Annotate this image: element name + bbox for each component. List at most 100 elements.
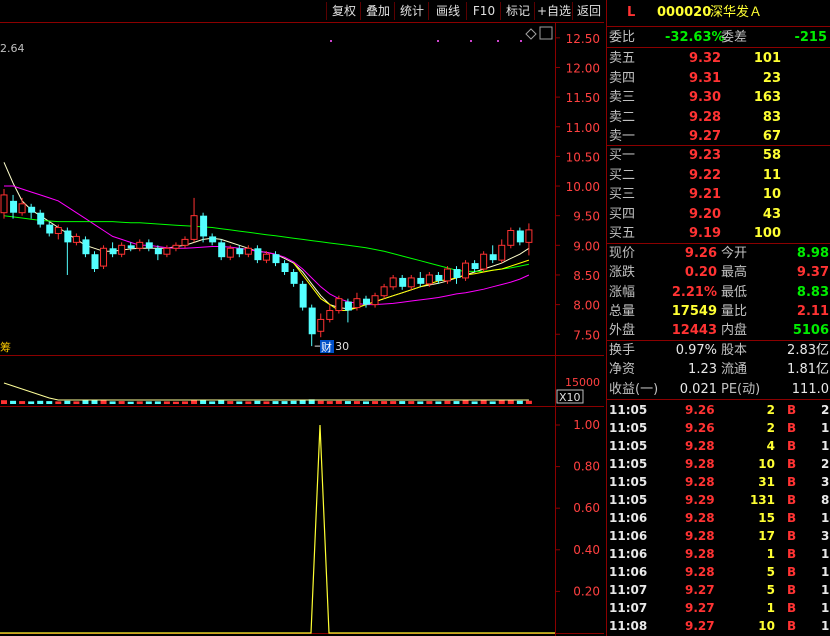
toolbar-button-7[interactable]: 返回 xyxy=(572,2,605,20)
volume-bar xyxy=(163,401,170,404)
volume-axis-label: 15000 xyxy=(565,376,600,389)
tick-volume: 4 xyxy=(766,439,775,453)
stock-code[interactable]: 000020 xyxy=(657,3,711,22)
tick-count: 14 xyxy=(821,511,830,525)
volume-bar xyxy=(1,400,7,404)
volume-bar xyxy=(489,401,496,404)
volume-bar xyxy=(290,400,297,404)
tick-volume: 1 xyxy=(766,547,775,561)
candle-body xyxy=(344,301,352,311)
toolbar-button-6[interactable]: +自选 xyxy=(534,2,573,20)
toolbar-button-1[interactable]: 叠加 xyxy=(360,2,395,20)
indicator-axis-label: 0.20 xyxy=(573,584,600,598)
candle-body xyxy=(317,318,325,332)
bids-row: 买一 9.23 58 xyxy=(607,146,830,165)
candle-body xyxy=(471,263,479,270)
bids-label: 买三 xyxy=(609,187,636,202)
price-axis-label: 11.00 xyxy=(566,121,600,135)
bids-volume: 58 xyxy=(762,148,781,163)
tick-count: 2 xyxy=(821,457,830,471)
tick-count: 3 xyxy=(821,529,830,543)
bids-label: 买四 xyxy=(609,206,636,222)
price-axis-label: 9.00 xyxy=(573,239,600,253)
tick-row: 11:05 9.29 131 B 8 xyxy=(607,491,830,509)
toolbar-button-3[interactable]: 画线 xyxy=(428,2,467,20)
divider xyxy=(607,26,830,27)
scroll-up-icon[interactable] xyxy=(539,26,553,40)
volume-bar xyxy=(200,399,207,404)
tick-price: 9.27 xyxy=(685,601,715,615)
asks-row: 卖三 9.30 163 xyxy=(607,88,830,107)
finance-tag: 财 xyxy=(321,340,332,354)
kline-chart[interactable]: 12.50 12.00 11.50 11.00 10.50 10.00 9.50 9.00 8.… xyxy=(0,0,604,636)
stat-row: 现价 9.26 今开 8.98 xyxy=(607,244,830,263)
toolbar-button-2[interactable]: 统计 xyxy=(394,2,429,20)
volume-bar xyxy=(64,400,71,404)
candle-body xyxy=(10,200,18,213)
asks-volume: 101 xyxy=(753,51,781,66)
volume-bar xyxy=(91,400,98,404)
stock-header: L 000020 深华发Ａ xyxy=(607,3,830,22)
toolbar-button-4[interactable]: F10 xyxy=(466,2,501,20)
toolbar-button-5[interactable]: 标记 xyxy=(500,2,535,20)
volume-bar xyxy=(453,401,460,404)
volume-bar xyxy=(263,401,270,404)
stat-label: 外盘 xyxy=(609,323,636,339)
candle-body xyxy=(480,253,488,270)
asks-label: 卖三 xyxy=(609,90,636,105)
volume-bar xyxy=(381,401,388,404)
tick-time: 11:06 xyxy=(609,511,648,525)
candle-body xyxy=(417,277,425,284)
volume-bar xyxy=(363,401,369,404)
volume-bar xyxy=(272,401,279,404)
candle-body xyxy=(272,254,280,264)
candle-body xyxy=(281,263,289,272)
price-axis-label: 9.50 xyxy=(573,210,600,224)
candle-body xyxy=(154,248,162,255)
tick-volume: 10 xyxy=(758,457,775,471)
indicator-axis-label: 0.40 xyxy=(573,543,600,557)
tick-price: 9.28 xyxy=(685,547,715,561)
tick-row: 11:08 9.27 10 B 1 xyxy=(607,617,830,635)
candle-body xyxy=(0,194,8,214)
bids-volume: 100 xyxy=(753,226,781,241)
volume-bar xyxy=(408,401,415,404)
tick-price: 9.26 xyxy=(685,421,715,435)
candle-body xyxy=(91,254,99,270)
bids-price: 9.19 xyxy=(689,226,722,241)
fundamental-label: PE(动) xyxy=(721,381,761,397)
stat-label: 今开 xyxy=(721,246,748,261)
weicha-value: -215 xyxy=(794,30,827,45)
stat-value: 0.20 xyxy=(684,265,717,281)
stat-value: 8.98 xyxy=(796,246,829,261)
tick-row: 11:05 9.28 31 B 3 xyxy=(607,473,830,491)
volume-bar xyxy=(335,400,342,404)
stat-label: 量比 xyxy=(721,303,748,319)
volume-bar xyxy=(136,401,143,404)
tick-count: 3 xyxy=(821,475,830,489)
divider xyxy=(607,399,830,400)
weicha-label: 委差 xyxy=(721,30,748,45)
indicator-line xyxy=(0,424,555,634)
tick-side: B xyxy=(787,475,797,489)
candle-body xyxy=(37,212,45,225)
tick-time: 11:06 xyxy=(609,547,648,561)
candle-body xyxy=(172,244,180,249)
toolbar-button-0[interactable]: 复权 xyxy=(326,2,361,20)
tick-price: 9.27 xyxy=(685,583,715,597)
tick-volume: 5 xyxy=(766,583,775,597)
candle-body xyxy=(72,235,80,243)
volume-bar xyxy=(498,400,505,404)
volume-bar xyxy=(100,400,107,404)
candle-body xyxy=(389,277,397,288)
price-axis-label: 8.50 xyxy=(573,269,600,283)
price-axis-label: 10.00 xyxy=(566,180,600,194)
asks-volume: 23 xyxy=(762,70,781,86)
volume-bar xyxy=(127,401,134,404)
stock-name[interactable]: 深华发Ａ xyxy=(710,3,762,22)
volume-bar xyxy=(145,401,152,404)
tick-row: 11:05 9.28 10 B 2 xyxy=(607,455,830,473)
bids-label: 买二 xyxy=(609,167,636,183)
volume-bar xyxy=(254,400,261,404)
tick-side: B xyxy=(787,511,797,525)
